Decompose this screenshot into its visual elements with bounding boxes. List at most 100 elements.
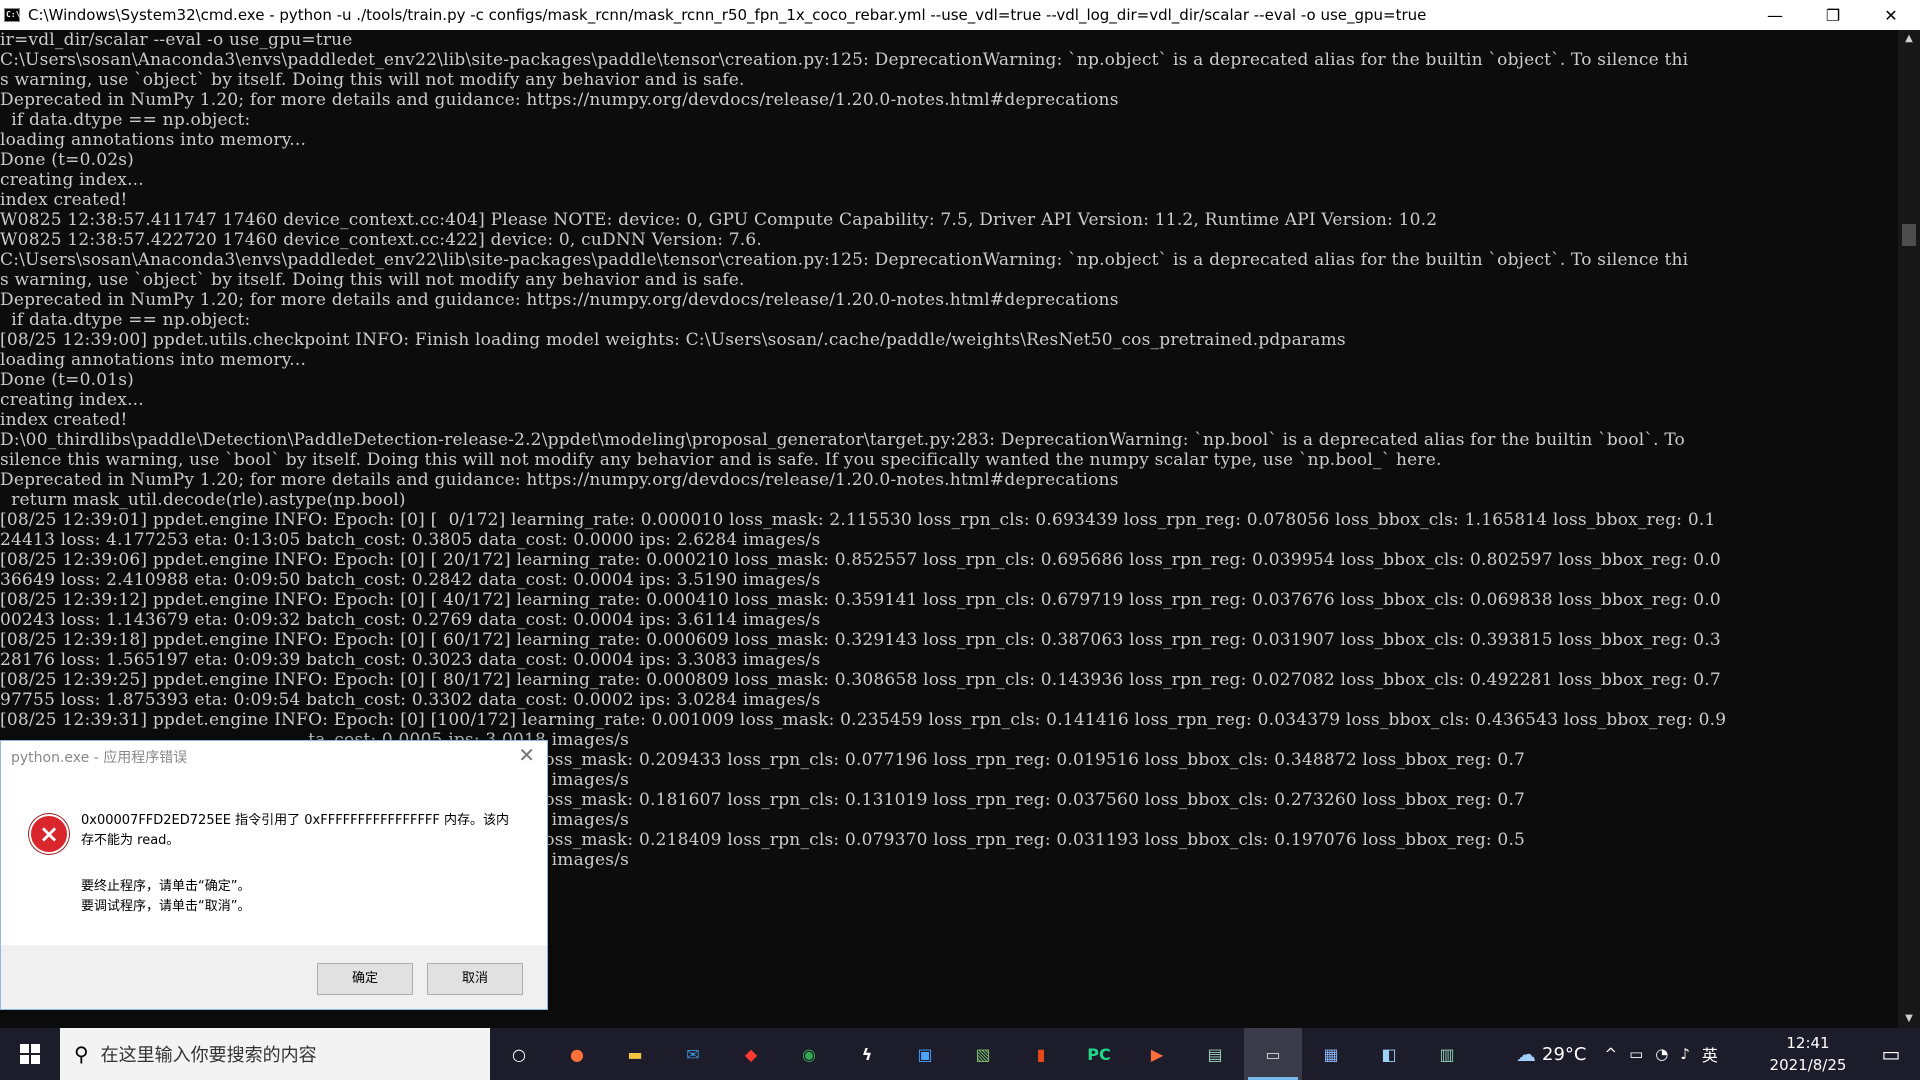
console-line: 24413 loss: 4.177253 eta: 0:13:05 batch_… [0, 530, 821, 550]
taskbar-app-button[interactable]: ▣ [896, 1028, 954, 1080]
console-line: W0825 12:38:57.411747 17460 device_conte… [0, 210, 1438, 230]
console-line: [08/25 12:39:12] ppdet.engine INFO: Epoc… [0, 590, 1721, 610]
dialog-hint-debug: 要调试程序，请单击“取消”。 [81, 899, 251, 914]
taskbar-search-box[interactable]: ⚲ 在这里输入你要搜索的内容 [60, 1028, 490, 1080]
console-line: [08/25 12:39:01] ppdet.engine INFO: Epoc… [0, 510, 1716, 530]
console-line: 28176 loss: 1.565197 eta: 0:09:39 batch_… [0, 650, 821, 670]
console-line: 36649 loss: 2.410988 eta: 0:09:50 batch_… [0, 570, 821, 590]
search-placeholder: 在这里输入你要搜索的内容 [100, 1045, 317, 1066]
cancel-button[interactable]: 取消 [427, 963, 523, 995]
taskbar-app-button[interactable]: ◉ [780, 1028, 838, 1080]
taskbar-app-button[interactable]: ✉ [664, 1028, 722, 1080]
console-line: silence this warning, use `bool` by itse… [0, 450, 1442, 470]
taskbar-app-button[interactable]: ▧ [954, 1028, 1012, 1080]
maximize-button[interactable]: ❐ [1804, 0, 1862, 30]
console-line: 00243 loss: 1.143679 eta: 0:09:32 batch_… [0, 610, 821, 630]
taskbar-clock[interactable]: 12:41 2021/8/25 [1762, 1032, 1854, 1076]
taskbar-apps: ○ ● ▬ ✉ ◆ ◉ ϟ ▣ ▧ ▮ PC ▶ ▤ ▭ ▦ ◧ ▥ [490, 1028, 1476, 1080]
console-line: 97755 loss: 1.875393 eta: 0:09:54 batch_… [0, 690, 821, 710]
console-scrollbar[interactable]: ▲ ▼ [1898, 30, 1920, 1028]
red-diamond-app-icon: ◆ [744, 1044, 758, 1064]
chevron-up-icon[interactable]: ^ [1604, 1045, 1617, 1063]
scroll-down-icon[interactable]: ▼ [1898, 1010, 1920, 1028]
taskbar-app-button[interactable]: ▥ [1418, 1028, 1476, 1080]
cmd-app-icon: C:\ [4, 8, 20, 22]
error-icon: × [29, 814, 69, 854]
dialog-title: python.exe - 应用程序错误 [11, 750, 188, 766]
mail-icon: ✉ [686, 1044, 700, 1064]
console-line: D:\00_thirdlibs\paddle\Detection\PaddleD… [0, 430, 1685, 450]
taskbar-app-button[interactable]: ▶ [1128, 1028, 1186, 1080]
taskbar: ⚲ 在这里输入你要搜索的内容 ○ ● ▬ ✉ ◆ ◉ ϟ ▣ ▧ ▮ PC ▶ ▤ ▭ ▦ ◧ ▥ ☁ 29°C… [0, 1028, 1920, 1080]
notification-icon[interactable]: ▭ [1862, 1028, 1920, 1080]
input-method-indicator[interactable]: 英 [1702, 1042, 1718, 1066]
console-line: s warning, use `object` by itself. Doing… [0, 270, 745, 290]
taskbar-app-button[interactable]: ◧ [1360, 1028, 1418, 1080]
console-line: index created! [0, 410, 128, 430]
orange-app-icon: ▶ [1150, 1044, 1164, 1064]
taskbar-app-button[interactable]: ○ [490, 1028, 548, 1080]
bolt-app-icon: ϟ [861, 1044, 873, 1064]
taskbar-app-button[interactable]: ▮ [1012, 1028, 1070, 1080]
console-line: creating index... [0, 170, 144, 190]
clock-date: 2021/8/25 [1769, 1056, 1847, 1074]
console-line: W0825 12:38:57.422720 17460 device_conte… [0, 230, 763, 250]
console-line: return mask_util.decode(rle).astype(np.b… [0, 490, 406, 510]
cmd-icon: ▭ [1265, 1044, 1281, 1064]
console-line: [08/25 12:39:31] ppdet.engine INFO: Epoc… [0, 710, 1727, 730]
console-line: [08/25 12:39:06] ppdet.engine INFO: Epoc… [0, 550, 1721, 570]
taskbar-app-button[interactable]: ▤ [1186, 1028, 1244, 1080]
weather-widget[interactable]: ☁ 29°C [1510, 1042, 1586, 1066]
console-line: [08/25 12:39:25] ppdet.engine INFO: Epoc… [0, 670, 1721, 690]
close-button[interactable]: ✕ [1862, 0, 1920, 30]
taskbar-app-button[interactable]: PC [1070, 1028, 1128, 1080]
green-doc-app-icon: ▥ [1439, 1044, 1455, 1064]
battery-icon[interactable]: ▭ [1629, 1045, 1643, 1063]
dialog-hint: 要终止程序，请单击“确定”。 要调试程序，请单击“取消”。 [81, 877, 250, 917]
dialog-close-button[interactable]: ✕ [518, 743, 535, 767]
wifi-icon[interactable]: ◔ [1655, 1045, 1668, 1063]
file-explorer-icon: ▬ [627, 1044, 643, 1064]
volume-icon[interactable]: ♪ [1680, 1045, 1690, 1063]
taskbar-app-button[interactable]: ϟ [838, 1028, 896, 1080]
window-title: C:\Windows\System32\cmd.exe - python -u … [28, 6, 1427, 24]
console-line: Done (t=0.02s) [0, 150, 134, 170]
taskbar-app-button[interactable]: ▦ [1302, 1028, 1360, 1080]
taskbar-app-button[interactable]: ▬ [606, 1028, 664, 1080]
windows-logo-icon [20, 1044, 40, 1064]
console-line: creating index... [0, 390, 144, 410]
blue-window-app-icon: ▣ [917, 1044, 933, 1064]
dialog-button-bar: 确定 取消 [1, 945, 547, 1009]
dialog-hint-terminate: 要终止程序，请单击“确定”。 [81, 879, 251, 894]
notes-app-icon: ◧ [1381, 1044, 1397, 1064]
start-button[interactable] [0, 1028, 60, 1080]
console-line: if data.dtype == np.object: [0, 110, 251, 130]
calculator-icon: ▦ [1323, 1044, 1339, 1064]
clock-time: 12:41 [1786, 1034, 1830, 1052]
taskbar-app-button[interactable]: ◆ [722, 1028, 780, 1080]
error-dialog: python.exe - 应用程序错误 ✕ × 0x00007FFD2ED725… [0, 740, 548, 1010]
taskbar-app-button[interactable]: ● [548, 1028, 606, 1080]
console-line: Deprecated in NumPy 1.20; for more detai… [0, 290, 1119, 310]
dialog-message: 0x00007FFD2ED725EE 指令引用了 0xFFFFFFFFFFFFF… [81, 813, 510, 848]
console-line: Done (t=0.01s) [0, 370, 134, 390]
console-line: index created! [0, 190, 128, 210]
weather-temperature: 29°C [1542, 1043, 1587, 1065]
console-line: if data.dtype == np.object: [0, 310, 251, 330]
green-window-app-icon: ▤ [1207, 1044, 1223, 1064]
office-icon: ▮ [1036, 1044, 1046, 1064]
taskbar-app-button[interactable]: ▭ [1244, 1028, 1302, 1080]
window-titlebar: C:\ C:\Windows\System32\cmd.exe - python… [0, 0, 1920, 30]
cortana-icon: ○ [512, 1044, 526, 1064]
ok-button[interactable]: 确定 [317, 963, 413, 995]
console-line: ir=vdl_dir/scalar --eval -o use_gpu=true [0, 30, 353, 50]
scrollbar-thumb[interactable] [1902, 224, 1916, 246]
pycharm-icon: PC [1087, 1044, 1111, 1064]
console-line: s warning, use `object` by itself. Doing… [0, 70, 745, 90]
system-tray: ☁ 29°C ^ ▭ ◔ ♪ 英 [1510, 1028, 1724, 1080]
search-icon: ⚲ [74, 1042, 89, 1066]
console-line: C:\Users\sosan\Anaconda3\envs\paddledet_… [0, 50, 1689, 70]
console-line: [08/25 12:39:18] ppdet.engine INFO: Epoc… [0, 630, 1721, 650]
minimize-button[interactable]: — [1746, 0, 1804, 30]
scroll-up-icon[interactable]: ▲ [1898, 30, 1920, 48]
